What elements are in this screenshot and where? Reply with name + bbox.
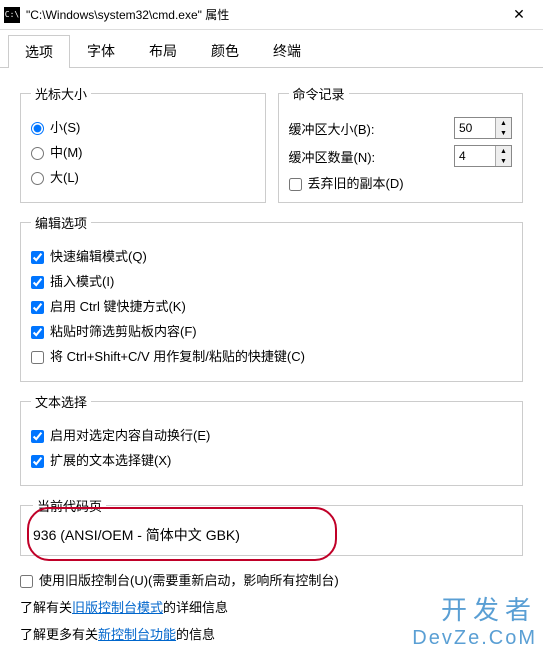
new-console-link[interactable]: 新控制台功能: [98, 627, 176, 642]
text-select-legend: 文本选择: [31, 392, 91, 411]
buffer-count-stepper[interactable]: ▲▼: [454, 145, 512, 167]
cursor-medium-radio[interactable]: 中(M): [31, 142, 255, 161]
codepage-legend: 当前代码页: [33, 496, 106, 515]
cmd-history-group: 命令记录 缓冲区大小(B): ▲▼ 缓冲区数量(N): ▲▼ 丢弃旧的副本(D): [278, 84, 524, 203]
buffer-count-label: 缓冲区数量(N):: [289, 147, 447, 166]
buffer-size-input[interactable]: [455, 118, 495, 138]
discard-dup-checkbox[interactable]: 丢弃旧的副本(D): [289, 176, 404, 191]
ctrl-shift-cv-checkbox[interactable]: 将 Ctrl+Shift+C/V 用作复制/粘贴的快捷键(C): [31, 346, 512, 365]
buffer-size-stepper[interactable]: ▲▼: [454, 117, 512, 139]
legacy-info-line-1: 了解有关旧版控制台模式的详细信息: [20, 597, 523, 616]
tab-color[interactable]: 颜色: [194, 34, 256, 67]
buffer-count-input[interactable]: [455, 146, 495, 166]
codepage-group: 当前代码页 936 (ANSI/OEM - 简体中文 GBK): [20, 496, 523, 556]
window-title: "C:\Windows\system32\cmd.exe" 属性: [26, 6, 499, 23]
insert-mode-checkbox[interactable]: 插入模式(I): [31, 271, 512, 290]
ext-keys-checkbox[interactable]: 扩展的文本选择键(X): [31, 450, 512, 469]
codepage-value: 936 (ANSI/OEM - 简体中文 GBK): [33, 525, 510, 545]
cmd-history-legend: 命令记录: [289, 84, 349, 103]
tab-options[interactable]: 选项: [8, 35, 70, 68]
cursor-large-radio[interactable]: 大(L): [31, 167, 255, 186]
cursor-size-legend: 光标大小: [31, 84, 91, 103]
close-icon[interactable]: ✕: [499, 0, 539, 30]
spin-down-icon[interactable]: ▼: [496, 128, 511, 138]
tabs: 选项 字体 布局 颜色 终端: [0, 34, 543, 68]
auto-wrap-checkbox[interactable]: 启用对选定内容自动换行(E): [31, 425, 512, 444]
legacy-info-line-2: 了解更多有关新控制台功能的信息: [20, 624, 523, 643]
tab-font[interactable]: 字体: [70, 34, 132, 67]
legacy-console-checkbox[interactable]: 使用旧版控制台(U)(需要重新启动，影响所有控制台): [20, 570, 523, 589]
legacy-mode-link[interactable]: 旧版控制台模式: [72, 600, 163, 615]
edit-options-legend: 编辑选项: [31, 213, 91, 232]
titlebar: C:\ "C:\Windows\system32\cmd.exe" 属性 ✕: [0, 0, 543, 30]
tab-terminal[interactable]: 终端: [256, 34, 318, 67]
buffer-size-label: 缓冲区大小(B):: [289, 119, 447, 138]
quick-edit-checkbox[interactable]: 快速编辑模式(Q): [31, 246, 512, 265]
cmd-icon: C:\: [4, 7, 20, 23]
edit-options-group: 编辑选项 快速编辑模式(Q) 插入模式(I) 启用 Ctrl 键快捷方式(K) …: [20, 213, 523, 382]
tab-layout[interactable]: 布局: [132, 34, 194, 67]
cursor-small-radio[interactable]: 小(S): [31, 117, 255, 136]
paste-filter-checkbox[interactable]: 粘贴时筛选剪贴板内容(F): [31, 321, 512, 340]
spin-up-icon[interactable]: ▲: [496, 118, 511, 128]
ctrl-shortcut-checkbox[interactable]: 启用 Ctrl 键快捷方式(K): [31, 296, 512, 315]
spin-down-icon[interactable]: ▼: [496, 156, 511, 166]
content: 光标大小 小(S) 中(M) 大(L) 命令记录 缓冲区大小(B): ▲▼ 缓冲…: [0, 68, 543, 643]
cursor-size-group: 光标大小 小(S) 中(M) 大(L): [20, 84, 266, 203]
spin-up-icon[interactable]: ▲: [496, 146, 511, 156]
text-select-group: 文本选择 启用对选定内容自动换行(E) 扩展的文本选择键(X): [20, 392, 523, 486]
